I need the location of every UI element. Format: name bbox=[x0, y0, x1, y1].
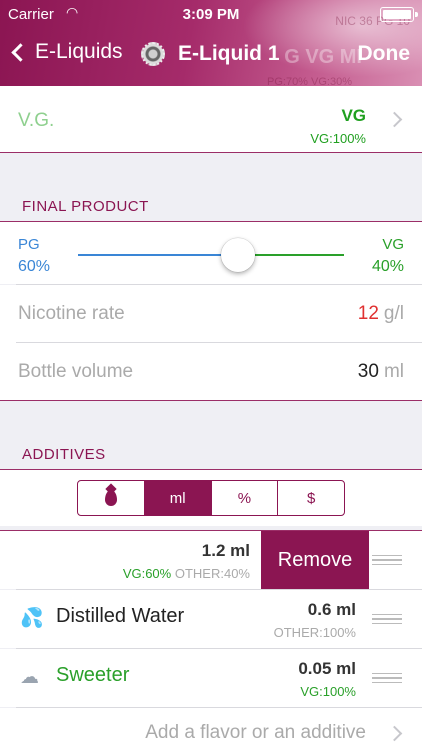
reorder-handle-icon[interactable] bbox=[372, 673, 402, 683]
vg-value: VG bbox=[341, 106, 366, 125]
nicotine-rate-unit: g/l bbox=[383, 303, 404, 324]
chevron-right-icon bbox=[386, 725, 403, 742]
navigation-header: NIC 36 PG 10 G VG MI PG:70% VG:30% Carri… bbox=[0, 0, 422, 86]
water-drops-icon: 💦 bbox=[20, 608, 44, 629]
unit-segmented-control: ml % $ bbox=[77, 480, 345, 516]
vg-value: 40% bbox=[371, 258, 404, 275]
additive-amount: 0.6 ml bbox=[307, 600, 356, 619]
segment-drops[interactable] bbox=[78, 481, 145, 515]
bottle-volume-value[interactable]: 30 bbox=[358, 361, 379, 382]
add-additive-row[interactable]: Add a flavor or an additive bbox=[0, 708, 422, 750]
composition-vg: VG:100% bbox=[300, 684, 356, 699]
additive-name: Sweeter bbox=[56, 664, 130, 686]
divider bbox=[0, 152, 422, 153]
pg-vg-slider-thumb[interactable] bbox=[220, 238, 255, 272]
chevron-left-icon bbox=[11, 42, 30, 62]
back-label: E-Liquids bbox=[35, 40, 123, 63]
additive-amount: 0.05 ml bbox=[298, 659, 356, 678]
vg-label: V.G. bbox=[18, 110, 55, 131]
composition-other: OTHER:40% bbox=[174, 566, 250, 581]
divider bbox=[0, 400, 422, 401]
list-item[interactable]: 💦 Distilled Water 0.6 ml OTHER:100% bbox=[0, 590, 422, 648]
segment-dollar[interactable]: $ bbox=[278, 481, 344, 515]
pg-label: PG bbox=[18, 236, 40, 253]
nicotine-rate-value[interactable]: 12 bbox=[358, 303, 379, 324]
ghost-text: PG:70% VG:30% bbox=[267, 76, 352, 86]
battery-icon bbox=[380, 7, 418, 22]
cloud-icon: ☁ bbox=[20, 667, 39, 688]
vg-base-row[interactable]: V.G. VG VG:100% bbox=[0, 86, 422, 152]
status-bar: Carrier ◠ 3:09 PM bbox=[0, 4, 422, 24]
list-item[interactable]: 1.2 ml VG:60% OTHER:40% Remove bbox=[0, 531, 422, 589]
page-title: E-Liquid 1 bbox=[178, 42, 280, 65]
bottle-volume-row[interactable]: Bottle volume 30 ml bbox=[0, 343, 422, 401]
composition-vg: VG:60% bbox=[122, 566, 172, 581]
section-title-additives: ADDITIVES bbox=[22, 446, 106, 463]
segment-percent[interactable]: % bbox=[212, 481, 279, 515]
bottle-volume-label: Bottle volume bbox=[18, 361, 134, 382]
done-button[interactable]: Done bbox=[358, 42, 411, 66]
nicotine-rate-label: Nicotine rate bbox=[18, 303, 125, 324]
add-additive-label: Add a flavor or an additive bbox=[145, 722, 366, 743]
additive-composition: VG:60% OTHER:40% bbox=[123, 566, 250, 581]
pg-vg-slider-row: PG 60% VG 40% bbox=[0, 222, 422, 284]
additive-composition: OTHER:100% bbox=[273, 625, 356, 640]
bottle-volume-value-group: 30 ml bbox=[358, 361, 404, 383]
slider-track-pg[interactable] bbox=[78, 254, 238, 256]
additive-composition: VG:100% bbox=[300, 684, 356, 699]
section-title-final-product: FINAL PRODUCT bbox=[22, 198, 149, 215]
bottle-volume-unit: ml bbox=[383, 361, 404, 382]
vg-composition: VG:100% bbox=[310, 131, 366, 146]
nicotine-rate-value-group: 12 g/l bbox=[358, 303, 404, 325]
nav-bar: E-Liquids E-Liquid 1 Done bbox=[0, 36, 422, 76]
list-item[interactable]: ☁ Sweeter 0.05 ml VG:100% bbox=[0, 649, 422, 707]
back-button[interactable]: E-Liquids bbox=[8, 40, 123, 64]
drop-icon bbox=[104, 490, 117, 506]
pg-value: 60% bbox=[18, 258, 51, 275]
reorder-handle-icon[interactable] bbox=[372, 555, 402, 565]
remove-button[interactable]: Remove bbox=[261, 531, 369, 589]
status-time: 3:09 PM bbox=[182, 6, 240, 23]
reorder-handle-icon[interactable] bbox=[372, 614, 402, 624]
additive-name: Distilled Water bbox=[56, 605, 185, 627]
vg-label: VG bbox=[382, 236, 404, 253]
chevron-right-icon bbox=[386, 111, 403, 128]
segment-ml[interactable]: ml bbox=[144, 481, 212, 515]
nicotine-rate-row[interactable]: Nicotine rate 12 g/l bbox=[0, 285, 422, 343]
gear-icon bbox=[141, 42, 165, 66]
unit-selector-row: ml % $ bbox=[0, 470, 422, 526]
additive-amount: 1.2 ml bbox=[201, 541, 250, 560]
